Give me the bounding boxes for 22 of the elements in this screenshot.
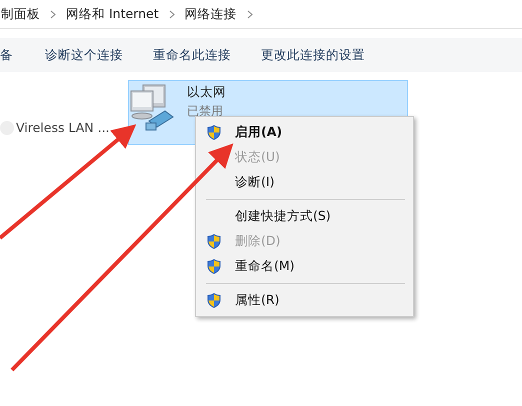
chevron-icon — [246, 10, 253, 18]
toolbar-button[interactable]: 备 — [0, 46, 13, 64]
connection-name: 以太网 — [187, 84, 226, 101]
menu-item[interactable]: 创建快捷方式(S) — [198, 204, 411, 229]
shield-icon — [206, 233, 222, 250]
shield-icon — [206, 292, 222, 309]
menu-item[interactable]: 属性(R) — [198, 288, 411, 313]
connection-status: 已禁用 — [187, 103, 224, 120]
chevron-icon — [168, 10, 175, 18]
menu-item[interactable]: 诊断(I) — [198, 170, 411, 195]
toolbar-button[interactable]: 更改此连接的设置 — [261, 46, 365, 64]
breadcrumb-item[interactable]: 网络连接 — [184, 6, 237, 22]
menu-item[interactable]: 重命名(M) — [198, 254, 411, 279]
toolbar-button[interactable]: 重命名此连接 — [153, 46, 231, 64]
shield-icon — [206, 258, 222, 275]
connection-name[interactable]: Vireless LAN ... — [16, 120, 110, 135]
breadcrumb-item[interactable]: 网络和 Internet — [66, 6, 159, 22]
menu-item[interactable]: 启用(A) — [198, 120, 411, 145]
shield-icon — [206, 124, 222, 141]
toolbar-button[interactable]: 诊断这个连接 — [45, 46, 123, 64]
chevron-icon — [50, 10, 56, 18]
breadcrumb-item[interactable]: 制面板 — [1, 6, 40, 22]
